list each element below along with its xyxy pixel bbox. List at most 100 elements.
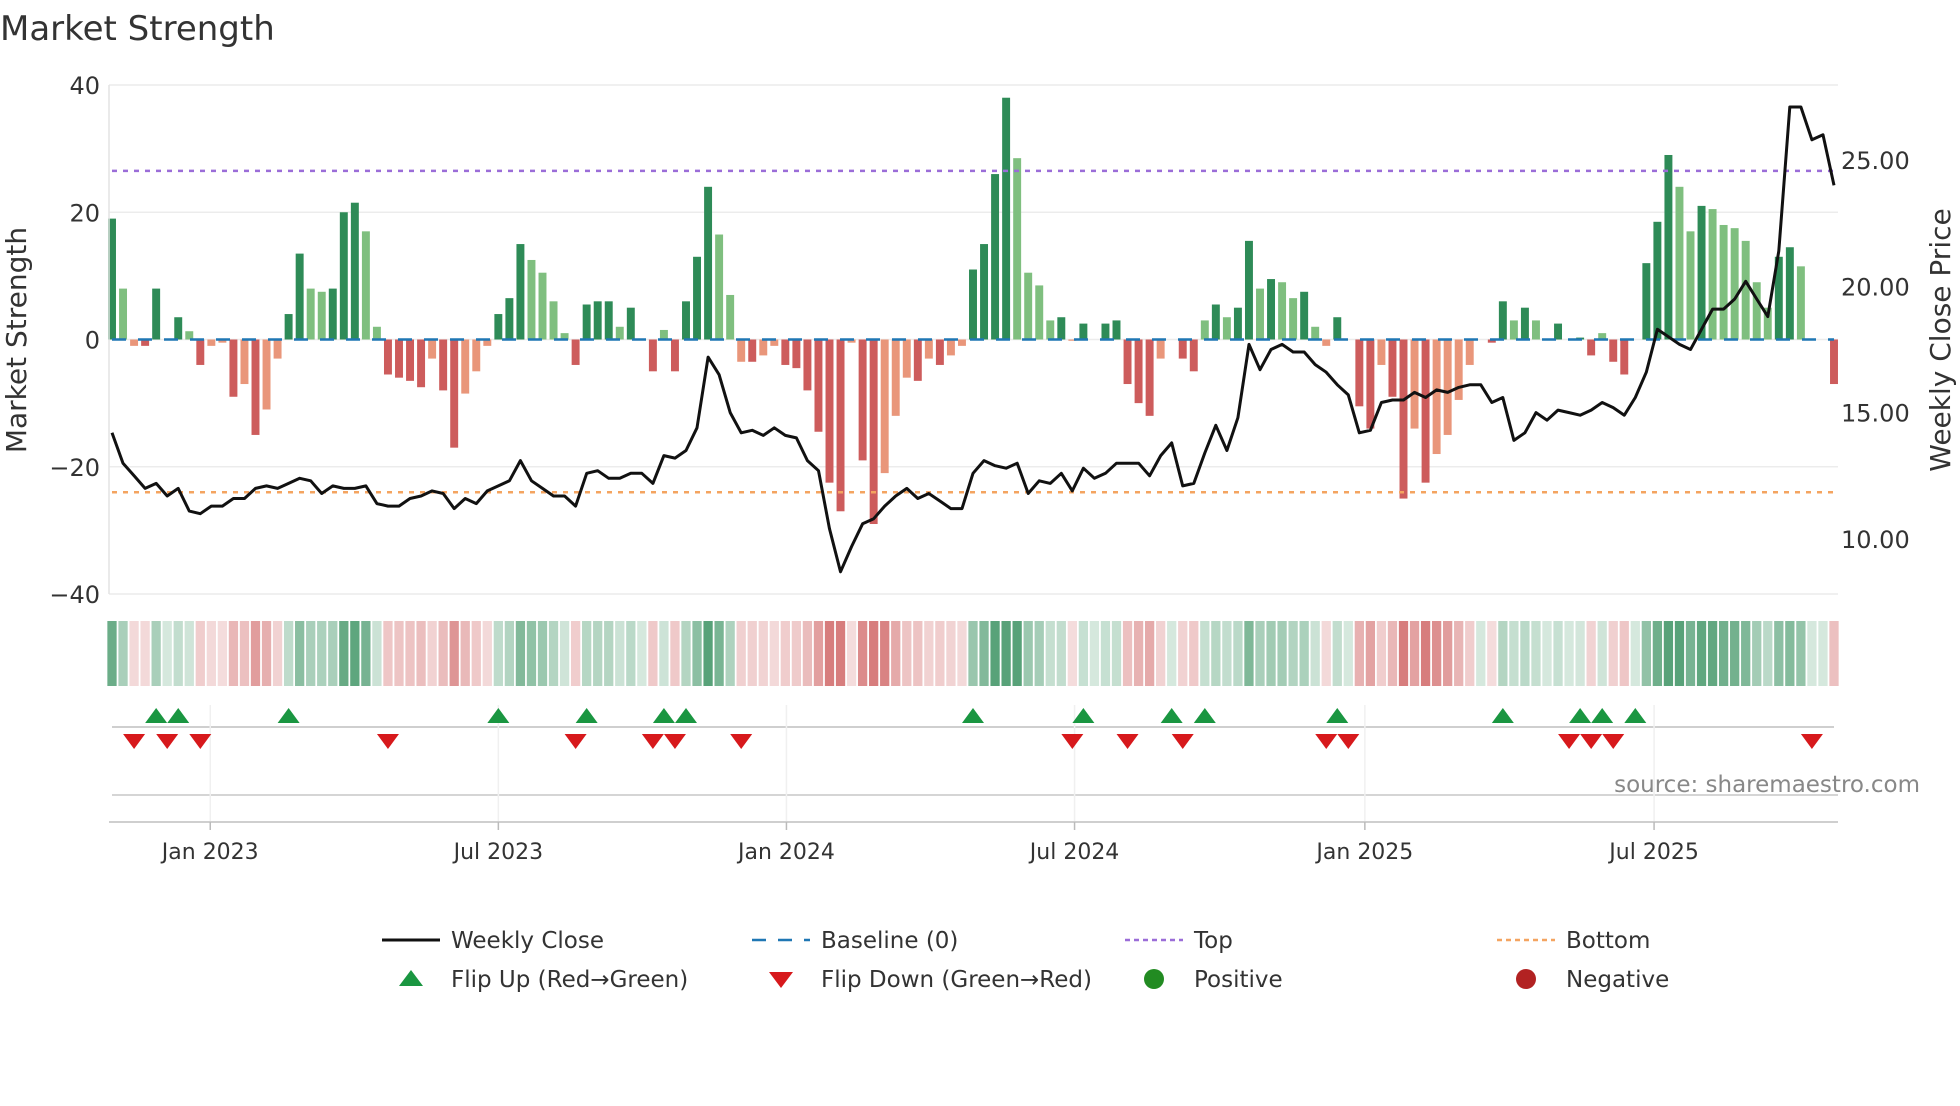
regime-cell [1542, 621, 1552, 686]
x-tick-label: Jan 2025 [1314, 840, 1413, 865]
strength-bar [1686, 231, 1695, 340]
regime-cell [990, 621, 1000, 686]
flip-up-marker [1160, 708, 1183, 723]
regime-cell [1144, 621, 1155, 686]
strength-bar [704, 186, 713, 340]
strength-bar [1134, 339, 1143, 404]
flip-down-marker [663, 734, 686, 749]
strength-bar [1675, 186, 1684, 340]
regime-cell [1652, 621, 1663, 686]
regime-cell [228, 621, 239, 686]
regime-cell [703, 621, 713, 686]
strength-bar [439, 339, 448, 391]
strength-bar [273, 339, 282, 359]
strength-bar [339, 212, 348, 340]
regime-cell [924, 621, 934, 686]
regime-cell [1398, 621, 1409, 686]
y-tick-label: −20 [49, 454, 100, 482]
strength-bar [1112, 320, 1121, 340]
regime-cell [107, 621, 117, 686]
strength-bar [251, 339, 260, 435]
strength-bar [472, 339, 481, 372]
regime-cell [449, 621, 459, 686]
strength-bar [417, 339, 426, 388]
strength-bar [814, 339, 823, 432]
strength-bar [372, 326, 381, 340]
regime-cell [1255, 621, 1265, 686]
regime-cell [1299, 621, 1309, 686]
regime-cell [957, 621, 967, 686]
strength-bar [1211, 304, 1220, 340]
strength-bar [207, 339, 216, 346]
legend-label: Positive [1194, 967, 1283, 993]
flip-up-marker [487, 708, 510, 723]
y-tick-label: −40 [49, 581, 100, 609]
strength-bar [946, 339, 955, 356]
flip-up-marker [277, 708, 300, 723]
strength-bar [1244, 240, 1253, 340]
regime-cell [1741, 621, 1751, 686]
flip-markers [123, 708, 1823, 749]
regime-cell [1707, 621, 1718, 686]
legend-label: Top [1193, 928, 1233, 954]
source-note: source: sharemaestro.com [1614, 772, 1920, 798]
regime-cell [824, 621, 835, 686]
regime-cell [1829, 621, 1839, 686]
regime-cell [460, 621, 470, 686]
legend-label: Flip Down (Green→Red) [821, 967, 1092, 993]
strength-bar [1377, 339, 1386, 365]
regime-cell [946, 621, 956, 686]
strength-bar [1421, 339, 1430, 483]
regime-cell [1277, 621, 1287, 686]
y2-tick-label: 20.00 [1841, 273, 1910, 301]
regime-cell [1520, 621, 1530, 686]
strength-bar [1388, 339, 1397, 397]
regime-cell [239, 621, 250, 686]
regime-cell [1310, 621, 1320, 686]
regime-cell [1100, 621, 1111, 686]
strength-bar [130, 339, 139, 346]
regime-cell [339, 621, 349, 686]
y-tick-label: 0 [85, 327, 100, 355]
y2-tick-label: 15.00 [1841, 400, 1910, 428]
x-tick-label: Jul 2023 [452, 840, 544, 865]
strength-bar [174, 317, 183, 340]
regime-cell [1763, 621, 1773, 686]
regime-cell [1056, 621, 1066, 686]
strength-bar [670, 339, 679, 372]
strength-bar [1664, 154, 1673, 340]
regime-cell [471, 621, 481, 686]
strength-bar [1002, 97, 1011, 340]
strength-bar [615, 326, 624, 340]
regime-cell [184, 621, 194, 686]
strength-bar [1587, 339, 1596, 356]
regime-cell [1354, 621, 1364, 686]
legend-circle-red-icon [1516, 969, 1536, 989]
regime-cell [593, 621, 603, 686]
regime-cell [1509, 621, 1519, 686]
chart-title: Market Strength [0, 9, 275, 49]
regime-cell [1266, 621, 1276, 686]
strength-bar [461, 339, 470, 394]
regime-cell [648, 621, 658, 686]
regime-cell [1343, 621, 1353, 686]
flip-down-marker [1061, 734, 1084, 749]
regime-cell [427, 621, 437, 686]
regime-cell [1774, 621, 1784, 686]
regime-cell [272, 621, 283, 686]
strength-bar [571, 339, 580, 365]
flip-up-marker [575, 708, 598, 723]
regime-cell [493, 621, 503, 686]
y-tick-label: 40 [69, 72, 100, 100]
strength-bar [1520, 307, 1529, 340]
strength-bar [726, 294, 735, 340]
strength-bar [1278, 282, 1287, 340]
strength-bar [1366, 339, 1375, 429]
strength-bar [969, 269, 977, 340]
regime-cell [173, 621, 183, 686]
strength-bar [1399, 339, 1408, 499]
regime-cell [1409, 621, 1420, 686]
regime-cell [846, 621, 857, 686]
regime-cell [1222, 621, 1232, 686]
strength-bar [1509, 320, 1518, 340]
